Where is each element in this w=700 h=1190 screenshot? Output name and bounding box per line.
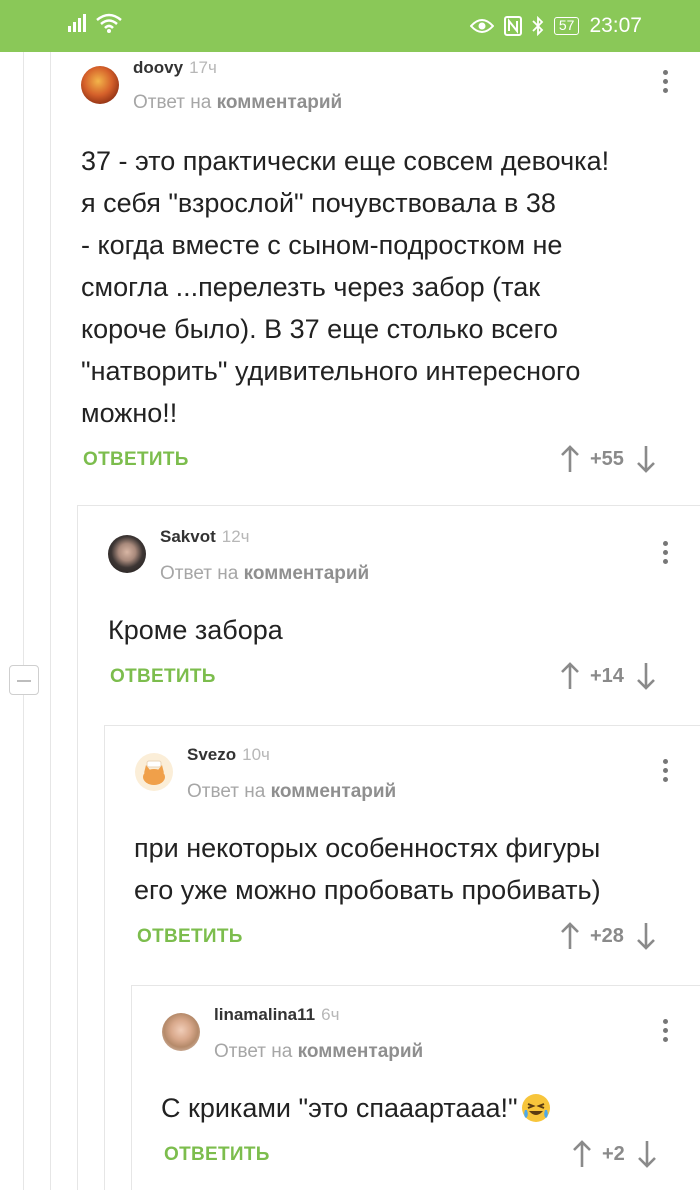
downvote-icon[interactable] [637,1140,657,1168]
comment-score: +14 [590,664,624,687]
reply-to-link[interactable]: комментарий [217,92,343,113]
reply-to-link[interactable]: комментарий [298,1041,424,1062]
comment-time: 17ч [189,58,217,77]
battery-indicator: 57 [553,17,580,35]
more-options-icon[interactable] [655,539,675,567]
thread-line [77,505,78,1190]
avatar-cat-icon [143,760,165,785]
comment-text: 37 - это практически еще совсем девочка!… [81,146,610,428]
comment-text: Кроме забора [108,615,283,645]
nfc-icon [503,16,522,36]
reply-to-info: Ответ на комментарий [133,92,343,113]
comment-author[interactable]: Svezo 10ч [187,745,270,765]
rating: +2 [572,1140,657,1168]
eye-icon [469,19,494,33]
comment-text: С криками "это спааартааа!" [161,1087,552,1129]
comment-author[interactable]: linamalina11 6ч [214,1005,339,1025]
thread-line [131,985,132,1190]
comment-time: 12ч [221,527,250,546]
avatar[interactable] [81,66,119,104]
comment-time: 10ч [242,745,270,764]
comment-author[interactable]: Sakvot 12ч [160,527,250,547]
laughing-emoji-icon [521,1094,550,1122]
more-options-icon[interactable] [655,757,675,785]
reply-to-info: Ответ на комментарий [214,1041,424,1062]
thread-line [104,725,105,1190]
thread-line [50,52,51,1190]
reply-to-info: Ответ на комментарий [160,563,370,584]
wifi-icon [96,13,122,33]
avatar[interactable] [108,535,146,573]
rating: +28 [560,922,656,950]
reply-button[interactable]: ОТВЕТИТЬ [110,666,216,688]
status-time: 23:07 [589,14,642,37]
thread-connector [77,505,700,506]
bluetooth-icon [532,16,544,36]
thread-connector [131,985,700,986]
upvote-icon[interactable] [560,922,580,950]
thread-connector [104,725,700,726]
comment-score: +2 [602,1142,625,1165]
avatar[interactable] [162,1013,200,1051]
reply-button[interactable]: ОТВЕТИТЬ [83,449,189,471]
reply-to-link[interactable]: комментарий [271,781,397,802]
thread-line [23,52,24,1190]
reply-button[interactable]: ОТВЕТИТЬ [164,1144,270,1166]
upvote-icon[interactable] [560,662,580,690]
reply-to-link[interactable]: комментарий [244,563,370,584]
more-options-icon[interactable] [655,68,675,96]
avatar[interactable] [135,753,173,791]
reply-button[interactable]: ОТВЕТИТЬ [137,926,243,948]
upvote-icon[interactable] [572,1140,592,1168]
downvote-icon[interactable] [636,922,656,950]
downvote-icon[interactable] [636,662,656,690]
signal-icon [68,14,86,32]
rating: +14 [560,662,656,690]
collapse-thread-button[interactable] [9,665,39,695]
status-bar: 57 23:07 [0,0,700,52]
downvote-icon[interactable] [636,445,656,473]
comment-text: при некоторых особенностях фигуры его уже… [134,833,601,905]
comment-author[interactable]: doovy 17ч [133,58,217,78]
rating: +55 [560,445,656,473]
comment-time: 6ч [321,1005,340,1024]
upvote-icon[interactable] [560,445,580,473]
comment-score: +55 [590,447,624,470]
comment-score: +28 [590,924,624,947]
more-options-icon[interactable] [655,1017,675,1045]
reply-to-info: Ответ на комментарий [187,781,397,802]
